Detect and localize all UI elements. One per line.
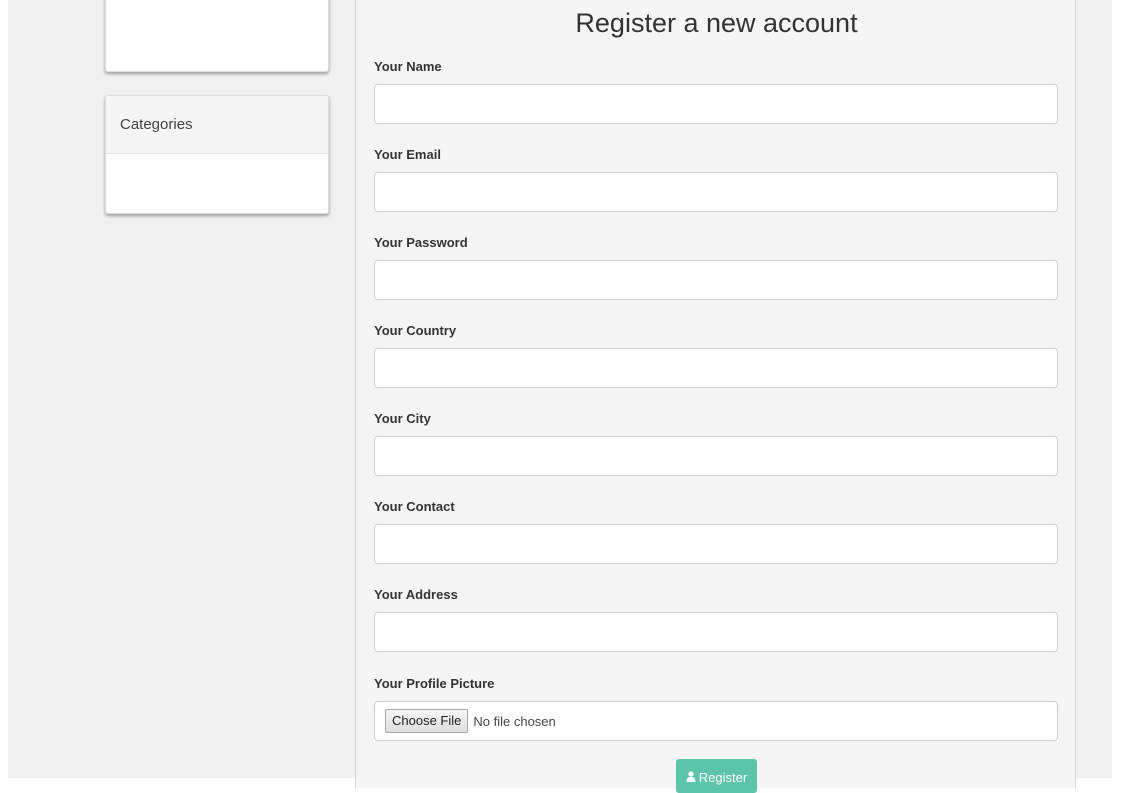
password-input[interactable] [374, 260, 1058, 300]
register-button-label: Register [698, 770, 748, 785]
email-input[interactable] [374, 172, 1058, 212]
categories-heading: Categories [106, 96, 328, 154]
choose-file-button[interactable]: Choose File [385, 709, 469, 733]
contact-input[interactable] [374, 524, 1058, 564]
name-label: Your Name [374, 59, 442, 74]
profile-picture-label: Your Profile Picture [374, 676, 495, 691]
address-input[interactable] [374, 612, 1058, 652]
password-label: Your Password [374, 235, 468, 250]
city-label: Your City [374, 411, 431, 426]
sidebar-widget-top [105, 0, 329, 72]
file-status-text: No file chosen [473, 713, 556, 729]
city-input[interactable] [374, 436, 1058, 476]
name-input[interactable] [374, 84, 1058, 124]
page-title: Register a new account [575, 8, 858, 38]
sidebar-categories-panel: Categories [105, 95, 329, 214]
register-form-panel: Register a new account Your Name Your Em… [355, 0, 1076, 793]
user-icon [686, 770, 696, 785]
profile-picture-file-input[interactable]: Choose File No file chosen [374, 701, 1058, 741]
country-input[interactable] [374, 348, 1058, 388]
address-label: Your Address [374, 587, 458, 602]
contact-label: Your Contact [374, 499, 455, 514]
country-label: Your Country [374, 323, 457, 338]
email-label: Your Email [374, 147, 441, 162]
